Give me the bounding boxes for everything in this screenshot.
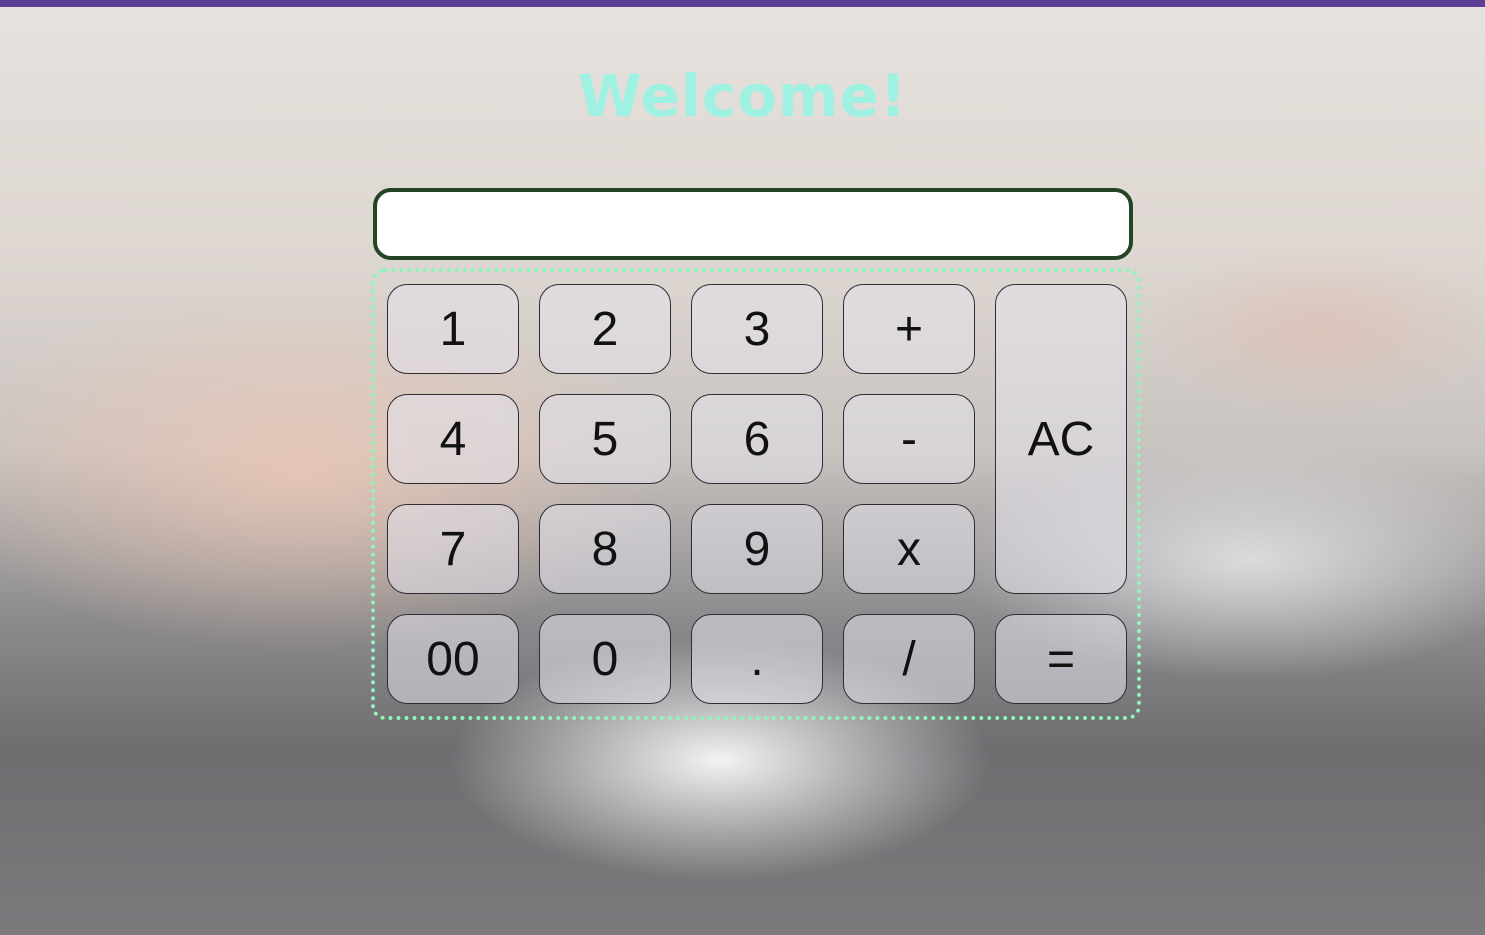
- key-double-zero[interactable]: 00: [387, 614, 519, 704]
- key-9[interactable]: 9: [691, 504, 823, 594]
- key-all-clear[interactable]: AC: [995, 284, 1127, 594]
- key-4[interactable]: 4: [387, 394, 519, 484]
- key-1[interactable]: 1: [387, 284, 519, 374]
- key-divide[interactable]: /: [843, 614, 975, 704]
- key-equals[interactable]: =: [995, 614, 1127, 704]
- key-5[interactable]: 5: [539, 394, 671, 484]
- key-2[interactable]: 2: [539, 284, 671, 374]
- key-plus[interactable]: +: [843, 284, 975, 374]
- key-8[interactable]: 8: [539, 504, 671, 594]
- top-accent-bar: [0, 0, 1485, 7]
- key-6[interactable]: 6: [691, 394, 823, 484]
- calculator-page: Welcome! 1 2 3 + AC 4 5 6 - 7 8 9 x 00 0…: [0, 0, 1485, 935]
- key-0[interactable]: 0: [539, 614, 671, 704]
- key-multiply[interactable]: x: [843, 504, 975, 594]
- key-decimal[interactable]: .: [691, 614, 823, 704]
- keypad: 1 2 3 + AC 4 5 6 - 7 8 9 x 00 0 . / =: [371, 268, 1141, 720]
- key-7[interactable]: 7: [387, 504, 519, 594]
- key-minus[interactable]: -: [843, 394, 975, 484]
- calculator-display[interactable]: [373, 188, 1133, 260]
- page-title: Welcome!: [577, 62, 908, 130]
- key-3[interactable]: 3: [691, 284, 823, 374]
